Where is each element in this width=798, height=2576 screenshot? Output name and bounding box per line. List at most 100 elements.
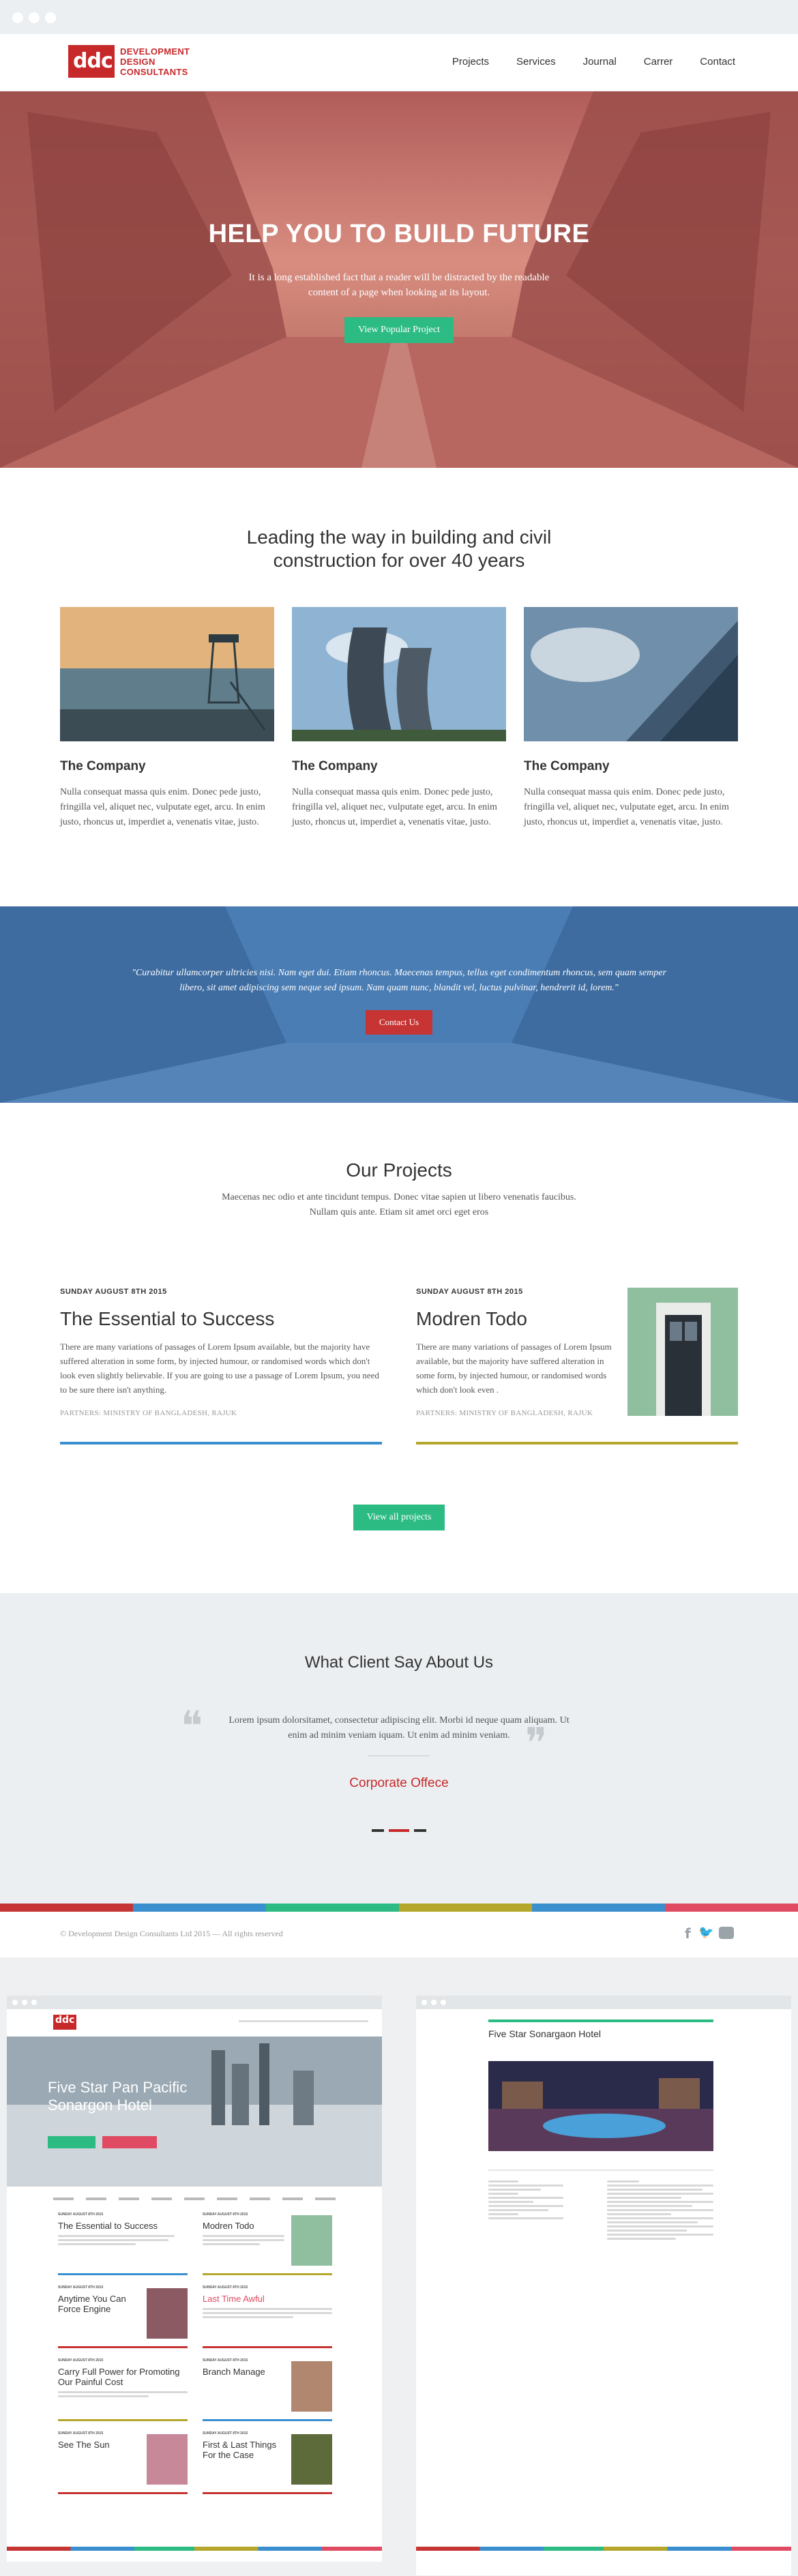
preview-underline [203, 2492, 332, 2494]
window-dot [31, 2000, 37, 2005]
preview-info-left [488, 2180, 563, 2221]
preview-date: SUNDAY AUGUST 8TH 2015 [58, 2358, 104, 2363]
project-item[interactable]: SUNDAY AUGUST 8TH 2015 Modren Todo There… [416, 1288, 738, 1445]
preview-card-title: Last Time Awful [203, 2294, 265, 2304]
menu-item-journal[interactable]: Journal [583, 56, 617, 68]
quote-text: "Curabitur ullamcorper ultricies nisi. N… [132, 968, 666, 993]
preview-top-bar [488, 2019, 713, 2022]
stripe-segment [266, 1904, 399, 1912]
menu-item-services[interactable]: Services [516, 56, 556, 68]
preview-button [102, 2136, 157, 2148]
card-text: Nulla consequat massa quis enim. Donec p… [60, 787, 265, 827]
window-dot [422, 2000, 427, 2005]
preview-card: SUNDAY AUGUST 8TH 2015 Modren Todo [203, 2212, 332, 2275]
main-menu: Projects Services Journal Carrer Contact [452, 56, 735, 68]
preview-stripe [416, 2547, 791, 2551]
preview-underline [58, 2273, 188, 2275]
navbar: ddc DEVELOPMENT DESIGN CONSULTANTS Proje… [0, 34, 798, 91]
testimonial-text: Lorem ipsum dolorsitamet, consectetur ad… [228, 1715, 570, 1741]
menu-item-contact[interactable]: Contact [700, 56, 735, 68]
stripe-segment [0, 1904, 133, 1912]
project-underline [60, 1442, 382, 1445]
preview-text [58, 2235, 188, 2245]
window-dot [441, 2000, 446, 2005]
facebook-icon[interactable]: f [685, 1925, 691, 1942]
view-all-projects-button[interactable]: View all projects [353, 1505, 445, 1530]
testimonial-author: Corporate Offece [349, 1776, 449, 1790]
preview-card-title: First & Last Things For the Case [203, 2440, 277, 2460]
carousel-dot[interactable] [414, 1829, 426, 1832]
preview-filter-tabs [53, 2197, 340, 2200]
carousel-dot[interactable] [372, 1829, 384, 1832]
hero-subtitle: It is a long established fact that a rea… [248, 272, 550, 298]
towers-image [292, 607, 506, 741]
preview-underline [203, 2419, 332, 2421]
preview-card-title: Anytime You Can Force Engine [58, 2294, 126, 2314]
preview-logo: ddc [53, 2015, 76, 2030]
color-stripe [0, 1904, 798, 1912]
preview-underline [203, 2273, 332, 2275]
project-item[interactable]: SUNDAY AUGUST 8TH 2015 The Essential to … [60, 1288, 382, 1445]
company-card: The Company Nulla consequat massa quis e… [524, 607, 738, 830]
preview-info-right [607, 2180, 713, 2242]
twitter-icon[interactable]: 🐦 [698, 1925, 713, 1940]
window-dot [431, 2000, 437, 2005]
preview-image [147, 2288, 188, 2339]
carousel-dot-active[interactable] [389, 1829, 409, 1832]
window-dot [22, 2000, 27, 2005]
project-date: SUNDAY AUGUST 8TH 2015 [60, 1288, 167, 1296]
stripe-segment [133, 1904, 266, 1912]
stripe-segment [532, 1904, 665, 1912]
view-popular-project-button[interactable]: View Popular Project [344, 317, 454, 343]
project-text: There are many variations of passages of… [416, 1342, 612, 1395]
quote-section: "Curabitur ullamcorper ultricies nisi. N… [0, 906, 798, 1103]
company-card: The Company Nulla consequat massa quis e… [292, 607, 506, 830]
intro-heading: Leading the way in building and civil co… [246, 527, 552, 571]
preview-stripe [7, 2547, 382, 2551]
preview-card: SUNDAY AUGUST 8TH 2015 See The Sun [58, 2431, 188, 2494]
preview-card: SUNDAY AUGUST 8TH 2015 Last Time Awful [203, 2285, 332, 2348]
project-underline [416, 1442, 738, 1445]
project-text: There are many variations of passages of… [60, 1342, 379, 1395]
preview-menu [239, 2020, 368, 2022]
glass-building-image [524, 607, 738, 741]
hero-section: HELP YOU TO BUILD FUTURE It is a long es… [0, 91, 798, 468]
brand-line: DESIGN [120, 57, 156, 67]
stripe-segment [399, 1904, 532, 1912]
quote-background-image [0, 906, 798, 1103]
preview-card: SUNDAY AUGUST 8TH 2015 First & Last Thin… [203, 2431, 332, 2494]
hero-title: HELP YOU TO BUILD FUTURE [208, 220, 590, 248]
copyright: © Development Design Consultants Ltd 201… [60, 1929, 283, 1938]
preview-chrome [7, 1996, 382, 2009]
preview-underline [58, 2492, 188, 2494]
brand-line: DEVELOPMENT [120, 46, 190, 57]
preview-project-title: Five Star Sonargaon Hotel [488, 2028, 601, 2039]
projects-title: Our Projects [346, 1159, 452, 1181]
lifeguard-tower-image [60, 607, 274, 741]
card-title: The Company [60, 759, 146, 773]
preview-date: SUNDAY AUGUST 8TH 2015 [58, 2212, 104, 2217]
open-quote-icon: ❝ [181, 1702, 203, 1750]
preview-card-title: Carry Full Power for Promoting Our Painf… [58, 2367, 180, 2387]
preview-date: SUNDAY AUGUST 8TH 2015 [203, 2285, 248, 2290]
youtube-icon[interactable] [719, 1927, 734, 1939]
project-title: Modren Todo [416, 1308, 527, 1329]
preview-homepage: ddc Five Star Pan Pacific Sonargon Hotel… [7, 1996, 382, 2562]
menu-item-projects[interactable]: Projects [452, 56, 489, 68]
window-dot [29, 12, 40, 23]
door-image [627, 1288, 738, 1416]
card-text: Nulla consequat massa quis enim. Donec p… [292, 787, 497, 827]
menu-item-carrer[interactable]: Carrer [644, 56, 673, 68]
logo[interactable]: ddc [68, 45, 115, 78]
company-card: The Company Nulla consequat massa quis e… [60, 607, 274, 830]
testimonial-title: What Client Say About Us [304, 1653, 494, 1672]
logo-text: ddc [73, 49, 113, 73]
footer: © Development Design Consultants Ltd 201… [0, 1912, 798, 1957]
contact-us-button[interactable]: Contact Us [366, 1010, 432, 1035]
project-partners: PARTNERS: MINISTRY OF BANGLADESH, RAJUK [416, 1409, 593, 1417]
testimonial-section: What Client Say About Us ❝ ❞ Lorem ipsum… [0, 1593, 798, 1904]
main-page-mockup: ddc DEVELOPMENT DESIGN CONSULTANTS Proje… [0, 0, 798, 1957]
preview-underline [58, 2346, 188, 2348]
hotel-image [488, 2061, 713, 2151]
preview-text [58, 2391, 188, 2397]
